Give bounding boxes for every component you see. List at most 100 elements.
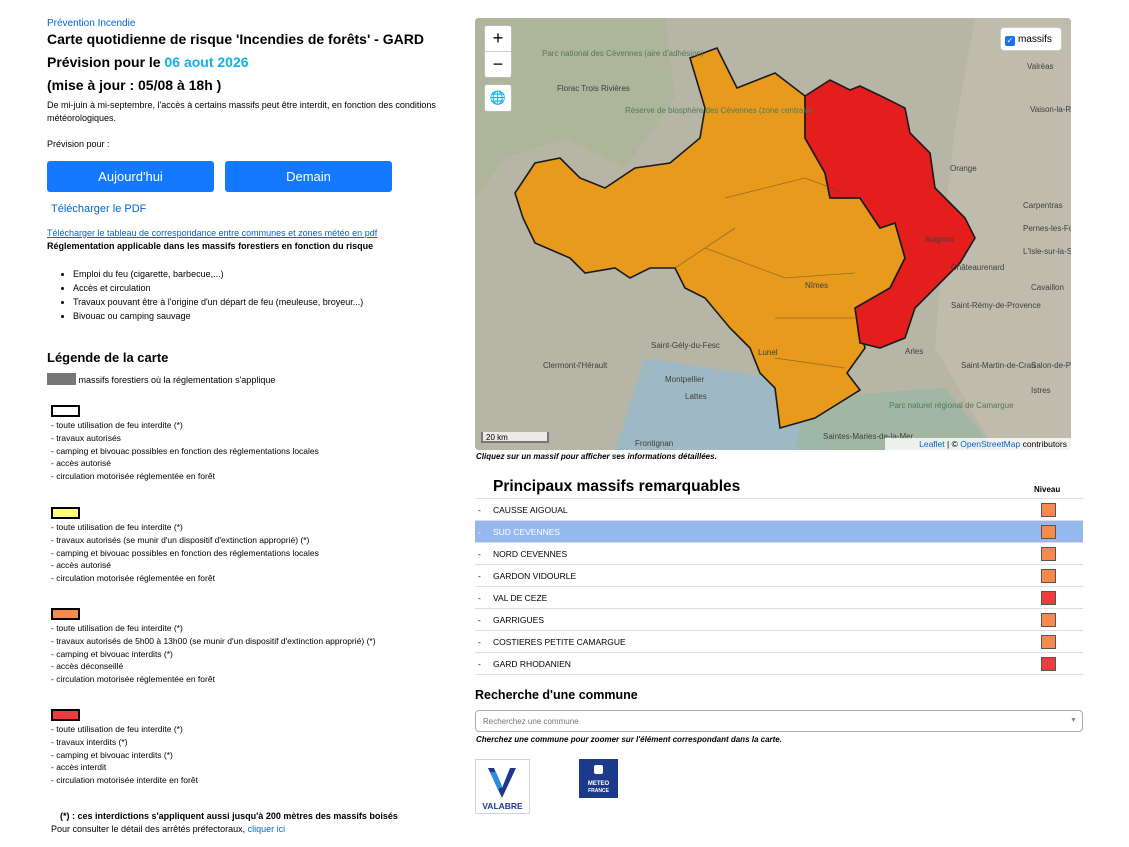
- leaflet-link[interactable]: Leaflet: [919, 439, 945, 449]
- risk-level-swatch: [1041, 613, 1056, 627]
- table-row[interactable]: - NORD CEVENNES: [475, 542, 1083, 564]
- map-place-label: Montpellier: [665, 375, 704, 384]
- risk-level-swatch: [1041, 657, 1056, 671]
- row-bullet: -: [478, 527, 481, 537]
- valabre-emblem: VALABRE: [482, 768, 523, 811]
- valabre-text: VALABRE: [482, 801, 523, 811]
- legend-line: - accès déconseillé: [51, 661, 124, 672]
- table-row[interactable]: - COSTIERES PETITE CAMARGUE: [475, 630, 1083, 652]
- map-place-label: Cavaillon: [1031, 283, 1064, 292]
- meteo-text-2: FRANCE: [588, 788, 609, 794]
- table-row[interactable]: - GARRIGUES: [475, 608, 1083, 630]
- risk-level-swatch: [1041, 503, 1056, 517]
- legend-line: - toute utilisation de feu interdite (*): [51, 522, 183, 532]
- download-table-link[interactable]: Télécharger le tableau de correspondance…: [47, 228, 377, 238]
- zoom-out-button[interactable]: −: [485, 51, 511, 77]
- consult-label: Pour consulter le détail des arrêtés pré…: [51, 824, 246, 834]
- massifs-title: Principaux massifs remarquables: [493, 478, 741, 495]
- download-pdf-link[interactable]: Télécharger le PDF: [51, 203, 146, 215]
- map-place-label: Florac Trois Rivières: [557, 84, 630, 93]
- map-place-label: Valréas: [1027, 62, 1054, 71]
- risk-level-swatch: [1041, 569, 1056, 583]
- attrib-sep: | ©: [944, 439, 961, 449]
- legend-line: - travaux autorisés (se munir d'un dispo…: [51, 534, 310, 545]
- massif-name: COSTIERES PETITE CAMARGUE: [493, 637, 626, 647]
- legend-forest-label: massifs forestiers où la réglementation …: [78, 375, 276, 385]
- regulation-item: Emploi du feu (cigarette, barbecue,...): [73, 267, 363, 281]
- legend-level-text: - toute utilisation de feu interdite (*)…: [51, 723, 198, 787]
- legend-swatch: [51, 709, 80, 721]
- today-button[interactable]: Aujourd'hui: [47, 161, 214, 192]
- commune-search-input[interactable]: [475, 710, 1083, 732]
- checkbox-icon[interactable]: ✓: [1005, 36, 1015, 46]
- map-attribution: Leaflet | © OpenStreetMap contributors: [885, 438, 1071, 450]
- table-row[interactable]: - VAL DE CEZE: [475, 586, 1083, 608]
- legend-line: - travaux autorisés: [51, 432, 121, 443]
- map-place-label: Istres: [1031, 386, 1051, 395]
- map-place-label: Châteaurenard: [951, 263, 1004, 272]
- table-row[interactable]: - SUD CEVENNES: [475, 520, 1083, 542]
- page-title: Carte quotidienne de risque 'Incendies d…: [47, 31, 424, 47]
- massif-name: GARD RHODANIEN: [493, 659, 571, 669]
- massif-name: GARRIGUES: [493, 615, 545, 625]
- map-hint: Cliquez sur un massif pour afficher ses …: [476, 452, 717, 461]
- risk-map[interactable]: Parc national des Cévennes (aire d'adhés…: [475, 18, 1071, 450]
- legend-line: - accès interdit: [51, 762, 107, 773]
- valabre-logo[interactable]: VALABRE: [475, 759, 530, 814]
- table-row[interactable]: - CAUSSE AIGOUAL: [475, 498, 1083, 520]
- legend-line: - camping et bivouac possibles en foncti…: [51, 445, 319, 456]
- legend-forest-row: massifs forestiers où la réglementation …: [47, 373, 275, 387]
- map-place-label: Lunel: [758, 348, 778, 357]
- legend-line: - circulation motorisée interdite en for…: [51, 775, 198, 786]
- legend-line: - toute utilisation de feu interdite (*): [51, 724, 183, 734]
- map-place-label: Arles: [905, 347, 923, 356]
- row-bullet: -: [478, 593, 481, 603]
- layer-toggle[interactable]: ✓ massifs: [1000, 27, 1062, 51]
- legend-line: - camping et bivouac interdits (*): [51, 749, 173, 760]
- massif-name: GARDON VIDOURLE: [493, 571, 577, 581]
- regulation-list: Emploi du feu (cigarette, barbecue,...) …: [61, 267, 363, 323]
- map-place-label: Salon-de-Provence: [1031, 361, 1071, 370]
- row-bullet: -: [478, 505, 481, 515]
- chevron-down-icon[interactable]: ▼: [1070, 717, 1077, 724]
- legend-line: - camping et bivouac possibles en foncti…: [51, 547, 319, 558]
- legend-forest-swatch: [47, 373, 76, 385]
- row-bullet: -: [478, 549, 481, 559]
- legend-swatch: [51, 507, 80, 519]
- map-canvas[interactable]: Parc national des Cévennes (aire d'adhés…: [475, 18, 1071, 450]
- row-bullet: -: [478, 637, 481, 647]
- legend-line: - circulation motorisée réglementée en f…: [51, 471, 215, 482]
- regulation-item: Travaux pouvant être à l'origine d'un dé…: [73, 295, 363, 309]
- map-place-label: Saint-Rémy-de-Provence: [951, 301, 1041, 310]
- legend-line: - travaux autorisés de 5h00 à 13h00 (se …: [51, 635, 376, 646]
- level-header: Niveau: [1034, 485, 1061, 494]
- table-row[interactable]: - GARD RHODANIEN: [475, 652, 1083, 674]
- map-place-label: Avignon: [925, 235, 954, 244]
- zoom-in-button[interactable]: +: [485, 26, 511, 51]
- row-bullet: -: [478, 571, 481, 581]
- globe-icon[interactable]: 🌐: [484, 84, 512, 112]
- osm-link[interactable]: OpenStreetMap: [960, 439, 1020, 449]
- map-place-label: Réserve de biosphère des Cévennes (zone …: [625, 106, 813, 115]
- search-hint: Cherchez une commune pour zoomer sur l'é…: [476, 735, 782, 744]
- click-here-link[interactable]: cliquer ici: [248, 824, 286, 834]
- regulation-item: Bivouac ou camping sauvage: [73, 309, 363, 323]
- legend-line: - circulation motorisée réglementée en f…: [51, 573, 215, 584]
- breadcrumb-link[interactable]: Prévention Incendie: [47, 18, 135, 29]
- regulation-item: Accès et circulation: [73, 281, 363, 295]
- legend-level-text: - toute utilisation de feu interdite (*)…: [51, 419, 319, 483]
- table-row[interactable]: - GARDON VIDOURLE: [475, 564, 1083, 586]
- tomorrow-button[interactable]: Demain: [225, 161, 392, 192]
- map-place-label: Saint-Gély-du-Fesc: [651, 341, 720, 350]
- risk-level-swatch: [1041, 547, 1056, 561]
- row-bullet: -: [478, 615, 481, 625]
- map-place-label: L'Isle-sur-la-Sorgue: [1023, 247, 1071, 256]
- meteo-france-logo[interactable]: METEO FRANCE: [579, 759, 618, 798]
- map-place-label: Saint-Martin-de-Crau: [961, 361, 1036, 370]
- legend-level-text: - toute utilisation de feu interdite (*)…: [51, 521, 319, 585]
- legend-title: Légende de la carte: [47, 350, 169, 365]
- update-time: (mise à jour : 05/08 à 18h ): [47, 77, 222, 93]
- map-place-label: Carpentras: [1023, 201, 1063, 210]
- map-place-label: Lattes: [685, 392, 707, 401]
- legend-line: - accès autorisé: [51, 560, 111, 571]
